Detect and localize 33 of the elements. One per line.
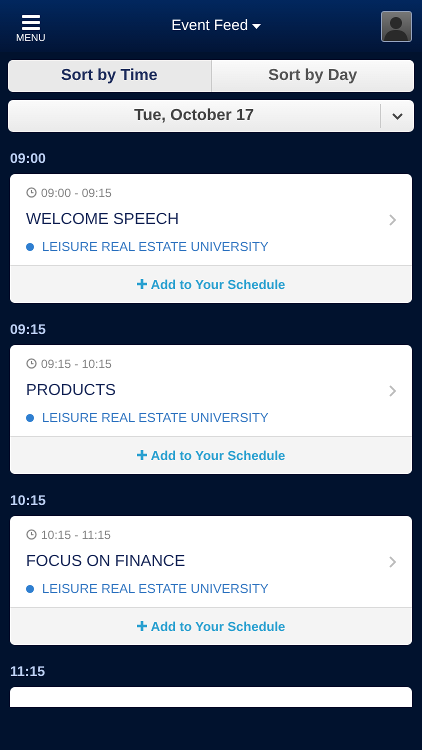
date-picker[interactable]: Tue, October 17: [8, 100, 414, 132]
time-range: 09:15 - 10:15: [41, 356, 112, 372]
section-time: 09:15: [9, 320, 47, 339]
section-time: 10:15: [9, 490, 47, 510]
section-time: 11:15: [9, 662, 46, 681]
plus-icon: [136, 279, 147, 290]
menu-button[interactable]: MENU: [10, 8, 52, 44]
chevron-right-icon[interactable]: [389, 556, 396, 568]
event-title[interactable]: WELCOME SPEECH: [26, 210, 179, 230]
track-name: LEISURE REAL ESTATE UNIVERSITY: [42, 410, 269, 426]
clock-icon: [26, 187, 37, 198]
title-dropdown[interactable]: Event Feed: [165, 14, 268, 38]
plus-icon: [136, 450, 147, 460]
section-time: 09:00: [9, 149, 47, 168]
event-card[interactable]: [10, 686, 412, 707]
track-name: LEISURE REAL ESTATE UNIVERSITY: [42, 239, 269, 255]
menu-icon: [22, 14, 40, 30]
chevron-right-icon[interactable]: [389, 214, 396, 226]
clock-icon: [26, 529, 37, 540]
chevron-down-icon: [392, 112, 403, 120]
event-title[interactable]: FOCUS ON FINANCE: [26, 552, 186, 572]
event-title[interactable]: PRODUCTS: [26, 381, 116, 400]
plus-icon: [136, 621, 147, 632]
avatar-button[interactable]: [380, 10, 412, 42]
clock-icon: [26, 358, 37, 370]
sort-tab[interactable]: Sort by Time: [8, 60, 210, 92]
caret-icon: [252, 24, 262, 28]
time-range: 09:00 - 09:15: [41, 186, 112, 200]
track-name: LEISURE REAL ESTATE UNIVERSITY: [42, 581, 269, 597]
person-silhouette-icon: [384, 14, 408, 40]
time-range: 10:15 - 11:15: [41, 528, 111, 542]
chevron-right-icon[interactable]: [389, 384, 396, 397]
sort-tab[interactable]: Sort by Day: [210, 60, 414, 92]
